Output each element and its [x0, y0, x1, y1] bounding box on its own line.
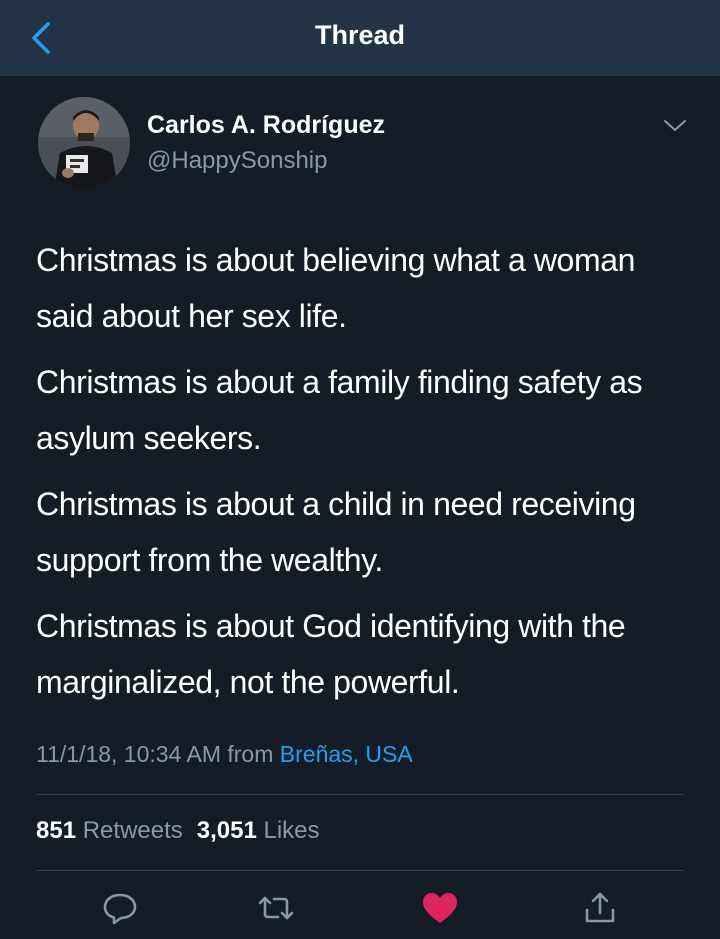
author-handle[interactable]: @HappySonship: [147, 147, 327, 175]
avatar[interactable]: [38, 97, 130, 189]
top-bar: Thread: [0, 0, 720, 77]
tweet-paragraph: Christmas is about God identifying with …: [36, 608, 626, 700]
tweet-paragraph: Christmas is about a child in need recei…: [36, 486, 636, 578]
divider: [36, 794, 684, 795]
retweets-stat[interactable]: 851 Retweets: [36, 817, 183, 844]
tweet-timestamp: 11/1/18, 10:34 AM from Breñas, USA: [36, 741, 413, 768]
retweets-label: Retweets: [82, 817, 183, 844]
location-link[interactable]: Breñas, USA: [280, 741, 413, 767]
likes-count: 3,051: [196, 817, 257, 844]
tweet-paragraph: Christmas is about believing what a woma…: [36, 242, 636, 334]
avatar-photo: [38, 97, 130, 189]
tweet-body: Christmas is about believing what a woma…: [36, 232, 696, 720]
retweets-count: 851: [36, 817, 77, 844]
divider: [36, 870, 684, 871]
timestamp-text: 11/1/18, 10:34 AM from: [36, 741, 280, 767]
tweet-stats: 851 Retweets 3,051 Likes: [36, 817, 320, 845]
likes-label: Likes: [263, 817, 320, 844]
retweet-icon[interactable]: [256, 890, 296, 926]
likes-stat[interactable]: 3,051 Likes: [197, 817, 320, 844]
share-icon[interactable]: [580, 890, 620, 926]
page-title: Thread: [314, 20, 406, 50]
reply-icon[interactable]: [100, 890, 140, 926]
tweet-paragraph: Christmas is about a family finding safe…: [36, 364, 643, 456]
author-name[interactable]: Carlos A. Rodríguez: [147, 111, 385, 140]
heart-icon[interactable]: [420, 890, 460, 926]
chevron-down-icon[interactable]: [662, 117, 688, 135]
